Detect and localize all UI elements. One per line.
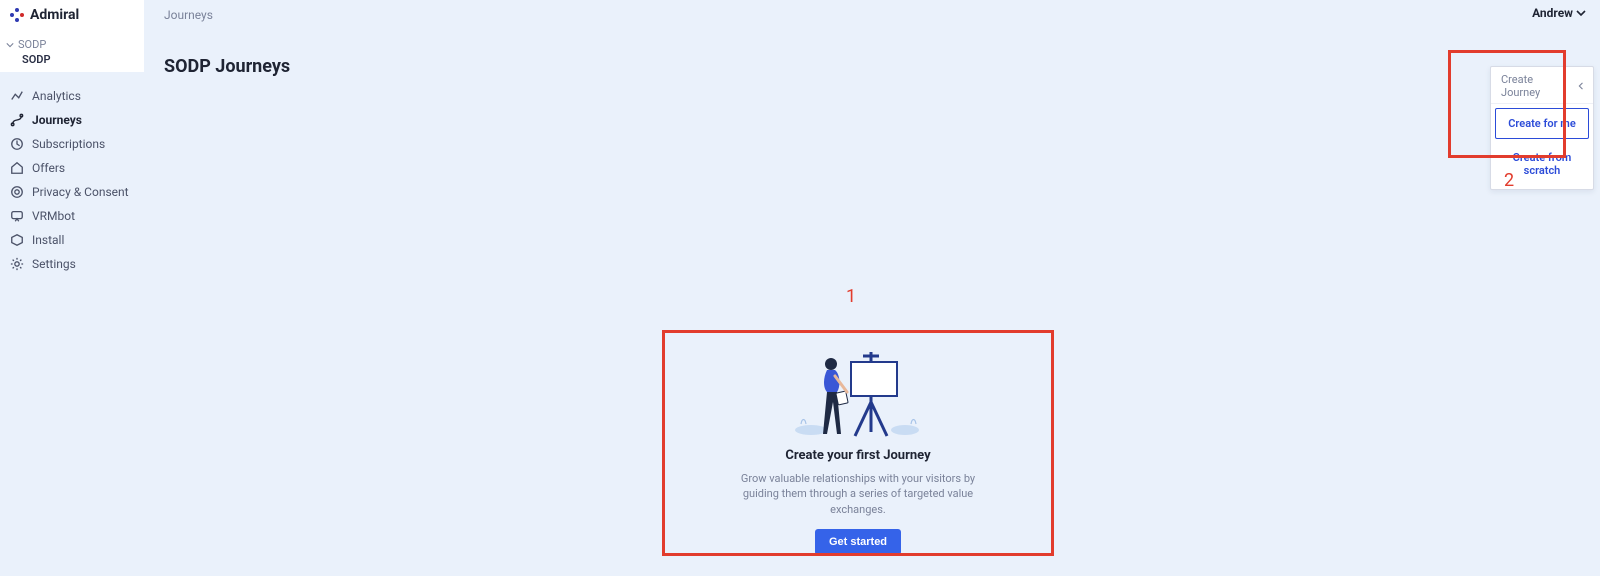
offers-icon — [10, 161, 24, 175]
topbar: Journeys — [144, 0, 1600, 30]
empty-state-body: Grow valuable relationships with your vi… — [723, 471, 993, 517]
sidebar-item-vrmbot[interactable]: VRMbot — [0, 204, 144, 228]
create-journey-toggle[interactable]: Create Journey — [1491, 67, 1593, 104]
create-for-me-option[interactable]: Create for me — [1495, 108, 1589, 139]
get-started-button[interactable]: Get started — [815, 529, 901, 555]
sidebar: Admiral SODP SODP Analytics Journeys Sub… — [0, 0, 144, 576]
analytics-icon — [10, 89, 24, 103]
privacy-icon — [10, 185, 24, 199]
chevron-down-icon — [1576, 8, 1586, 18]
project-parent[interactable]: SODP — [6, 38, 144, 51]
sidebar-nav: Analytics Journeys Subscriptions Offers … — [0, 84, 144, 276]
sidebar-item-label: Offers — [32, 161, 65, 175]
sidebar-item-label: Analytics — [32, 89, 81, 103]
chevron-left-icon — [1577, 82, 1585, 90]
sidebar-item-label: VRMbot — [32, 209, 75, 223]
project-selector[interactable]: SODP SODP — [0, 30, 144, 72]
sidebar-item-journeys[interactable]: Journeys — [0, 108, 144, 132]
install-icon — [10, 233, 24, 247]
sidebar-item-privacy[interactable]: Privacy & Consent — [0, 180, 144, 204]
project-current[interactable]: SODP — [6, 53, 144, 66]
sidebar-item-subscriptions[interactable]: Subscriptions — [0, 132, 144, 156]
breadcrumb[interactable]: Journeys — [164, 8, 213, 22]
gear-icon — [10, 257, 24, 271]
sidebar-item-offers[interactable]: Offers — [0, 156, 144, 180]
sidebar-item-label: Privacy & Consent — [32, 185, 129, 199]
sidebar-item-install[interactable]: Install — [0, 228, 144, 252]
create-journey-dropdown: Create Journey Create for me Create from… — [1490, 66, 1594, 190]
create-journey-label: Create Journey — [1501, 73, 1573, 99]
empty-state: Create your first Journey Grow valuable … — [666, 334, 1050, 558]
sidebar-item-settings[interactable]: Settings — [0, 252, 144, 276]
sidebar-item-label: Journeys — [32, 113, 82, 127]
create-from-scratch-option[interactable]: Create from scratch — [1495, 143, 1589, 185]
brand-logo-icon — [10, 8, 24, 22]
vrmbot-icon — [10, 209, 24, 223]
sidebar-item-analytics[interactable]: Analytics — [0, 84, 144, 108]
subscriptions-icon — [10, 137, 24, 151]
page-title: SODP Journeys — [164, 56, 1588, 77]
chevron-down-icon — [6, 41, 14, 49]
project-parent-label: SODP — [18, 38, 46, 51]
sidebar-item-label: Install — [32, 233, 64, 247]
sidebar-item-label: Settings — [32, 257, 76, 271]
user-name: Andrew — [1532, 6, 1573, 20]
empty-state-illustration — [793, 342, 923, 442]
sidebar-item-label: Subscriptions — [32, 137, 105, 151]
user-menu[interactable]: Andrew — [1532, 6, 1586, 20]
journeys-icon — [10, 113, 24, 127]
empty-state-title: Create your first Journey — [666, 448, 1050, 463]
brand-bar: Admiral — [0, 0, 144, 30]
brand-name: Admiral — [30, 7, 79, 23]
